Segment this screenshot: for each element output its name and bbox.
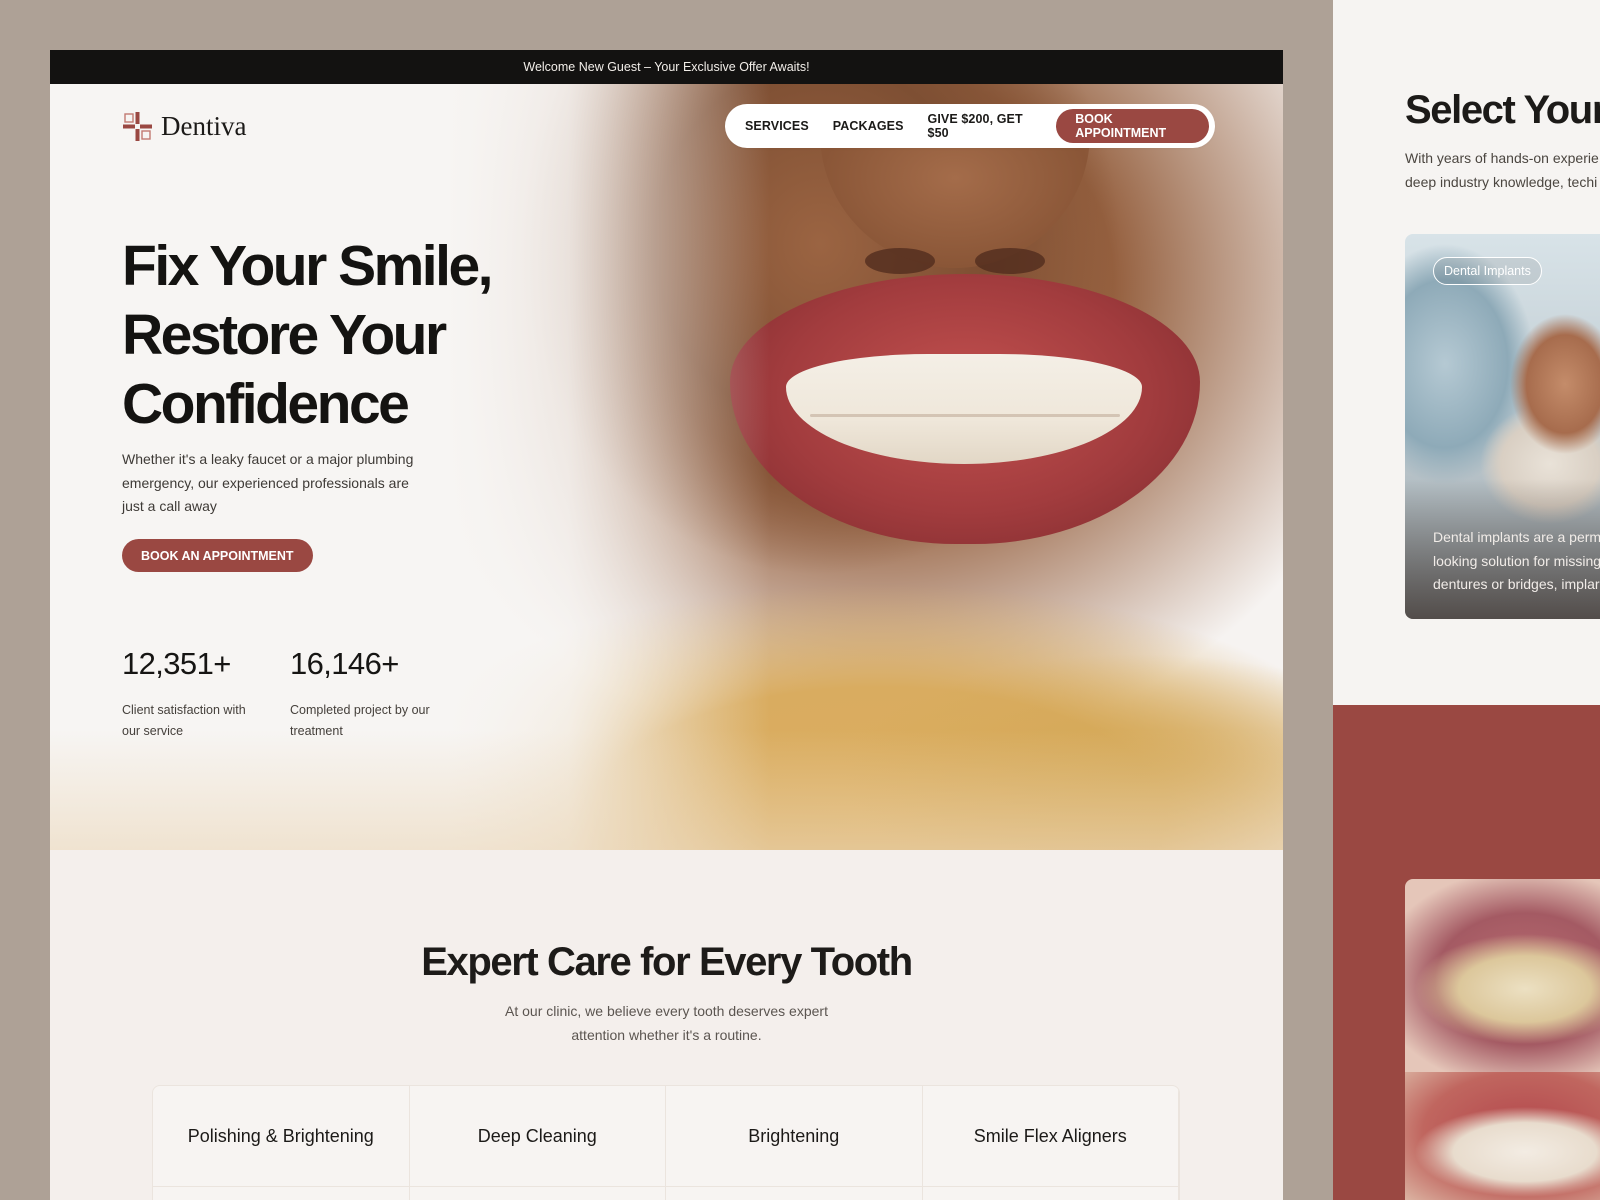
side-title: Select Your bbox=[1405, 88, 1600, 132]
nav-services[interactable]: SERVICES bbox=[745, 119, 809, 133]
services-title: Expert Care for Every Tooth bbox=[421, 940, 913, 984]
dental-implants-badge: Dental Implants bbox=[1433, 257, 1542, 285]
card-line-2: looking solution for missing bbox=[1433, 552, 1600, 569]
tab-label: Brightening bbox=[748, 1126, 840, 1146]
tab-deep-cleaning[interactable]: Deep Cleaning bbox=[410, 1086, 666, 1200]
brand-logo[interactable]: Dentiva bbox=[122, 111, 246, 142]
nav-packages[interactable]: PACKAGES bbox=[833, 119, 904, 133]
hero-title-line-2: Restore Your bbox=[122, 303, 447, 367]
promo-bar: Welcome New Guest – Your Exclusive Offer… bbox=[50, 50, 1283, 84]
hero-title-line-3: Confidence bbox=[122, 372, 410, 436]
card-description: Dental implants are a perm looking solut… bbox=[1433, 526, 1600, 597]
services-subtitle-text: At our clinic, we believe every tooth de… bbox=[505, 1003, 828, 1043]
stat-completed-projects: 16,146+ Completed project by our treatme… bbox=[290, 646, 430, 741]
hero-photo-fade-bottom bbox=[50, 730, 1283, 850]
stat-label: Client satisfaction with our service bbox=[122, 703, 246, 738]
hero-photo-teeth-line bbox=[810, 414, 1120, 417]
tab-label: Smile Flex Aligners bbox=[973, 1126, 1127, 1146]
side-subtitle: With years of hands-on experie deep indu… bbox=[1405, 147, 1599, 194]
hero-title-line-1: Fix Your Smile, bbox=[122, 234, 494, 298]
hero-subtitle: Whether it's a leaky faucet or a major p… bbox=[122, 451, 414, 514]
stat-client-satisfaction: 12,351+ Client satisfaction with our ser… bbox=[122, 646, 262, 741]
hero-section: Dentiva SERVICES PACKAGES GIVE $200, GET… bbox=[50, 84, 1283, 850]
side-subtitle-line-2: deep industry knowledge, techi bbox=[1405, 173, 1598, 190]
tab-polishing-brightening[interactable]: Polishing & Brightening bbox=[153, 1086, 410, 1200]
stat-value: 16,146+ bbox=[290, 646, 399, 681]
hero-title: Fix Your Smile, Restore Your Confidence bbox=[122, 232, 542, 439]
tab-label: Deep Cleaning bbox=[477, 1126, 597, 1146]
logo-cross-icon bbox=[123, 112, 152, 141]
hero-photo-nostril-left bbox=[865, 248, 935, 274]
dental-implants-card[interactable]: Dental Implants Dental implants are a pe… bbox=[1405, 234, 1600, 619]
services-tabs: Polishing & Brightening Deep Cleaning Br… bbox=[152, 1085, 1180, 1200]
card-line-3: dentures or bridges, implar bbox=[1433, 576, 1600, 592]
brand-name: Dentiva bbox=[161, 111, 247, 141]
services-subtitle: At our clinic, we believe every tooth de… bbox=[50, 1000, 1283, 1047]
tab-label: Polishing & Brightening bbox=[187, 1126, 374, 1146]
stat-value: 12,351+ bbox=[122, 646, 231, 681]
book-an-appointment-button[interactable]: BOOK AN APPOINTMENT bbox=[122, 539, 313, 572]
landing-page: Welcome New Guest – Your Exclusive Offer… bbox=[50, 50, 1283, 1200]
main-nav: SERVICES PACKAGES GIVE $200, GET $50 BOO… bbox=[725, 104, 1215, 148]
side-subtitle-line-1: With years of hands-on experie bbox=[1405, 150, 1599, 166]
tab-brightening[interactable]: Brightening bbox=[666, 1086, 923, 1200]
smile-before-image bbox=[1405, 879, 1600, 1072]
smile-after-image bbox=[1405, 1072, 1600, 1200]
hero-photo-nostril-right bbox=[975, 248, 1045, 274]
stat-label: Completed project by our treatment bbox=[290, 703, 430, 738]
nav-referral-offer[interactable]: GIVE $200, GET $50 bbox=[928, 112, 1033, 140]
tab-smile-flex-aligners[interactable]: Smile Flex Aligners bbox=[923, 1086, 1179, 1200]
book-appointment-button[interactable]: BOOK APPOINTMENT bbox=[1056, 109, 1209, 143]
promo-text: Welcome New Guest – Your Exclusive Offer… bbox=[523, 60, 810, 74]
tabs-divider bbox=[153, 1186, 1179, 1187]
card-line-1: Dental implants are a perm bbox=[1433, 529, 1600, 545]
side-panel: Select Your With years of hands-on exper… bbox=[1333, 0, 1600, 1200]
